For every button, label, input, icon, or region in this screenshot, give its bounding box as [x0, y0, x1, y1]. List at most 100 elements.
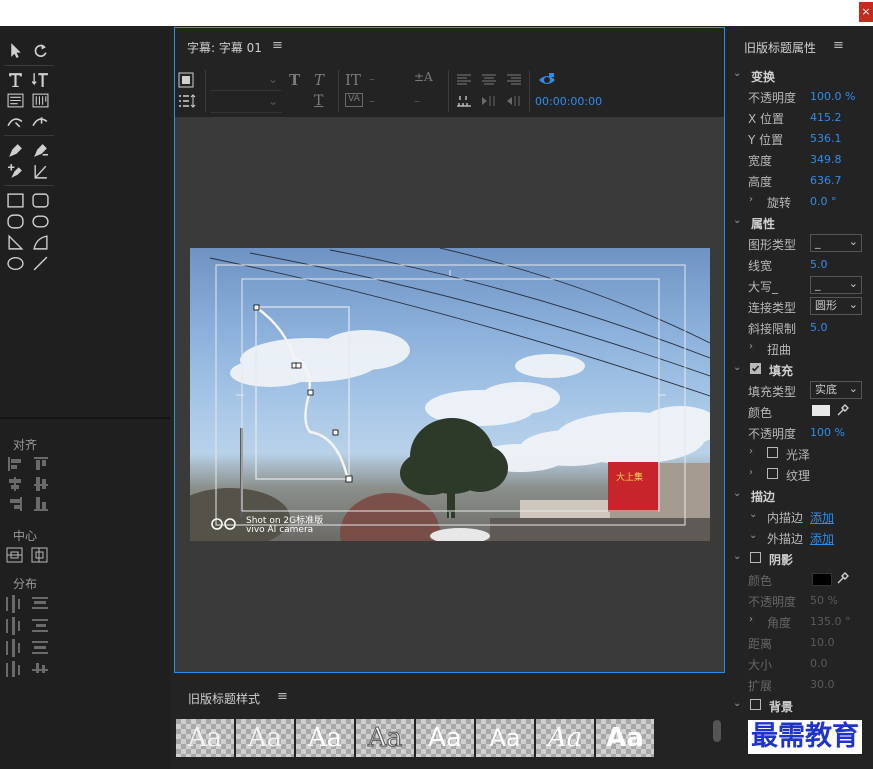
- rectangle-tool-icon[interactable]: [5, 191, 25, 209]
- tab-stops-ruler-icon[interactable]: [456, 94, 472, 111]
- properties-menu-icon[interactable]: ≡: [833, 38, 844, 53]
- fill-color-swatch[interactable]: [812, 405, 830, 416]
- style-swatch[interactable]: Aa: [536, 719, 594, 757]
- title-styles-menu-icon[interactable]: ≡: [277, 689, 288, 704]
- fill-type-select[interactable]: 实底 ⌄: [810, 381, 862, 399]
- properties-section[interactable]: ⌄ 属性: [729, 212, 873, 233]
- convert-anchor-tool-icon[interactable]: [30, 162, 50, 180]
- style-swatch[interactable]: Aa: [356, 719, 414, 757]
- underline-icon[interactable]: T: [314, 93, 323, 109]
- title-styles-grid: Aa Aa Aa Aa Aa Aa Aa Aa: [176, 719, 656, 769]
- sheen-checkbox[interactable]: [767, 447, 778, 458]
- style-swatch[interactable]: Aa: [236, 719, 294, 757]
- ellipse-tool-icon[interactable]: [5, 254, 25, 272]
- wedge-tool-icon[interactable]: [5, 233, 25, 251]
- distort-section[interactable]: › 扭曲: [729, 338, 873, 359]
- shadow-checkbox[interactable]: [750, 552, 761, 563]
- template-icon[interactable]: [506, 95, 522, 110]
- font-family-select[interactable]: ⌄: [210, 72, 282, 91]
- join-type-select[interactable]: 圆形 ⌄: [810, 297, 862, 315]
- y-position-value[interactable]: 536.1: [810, 132, 842, 145]
- shadow-opacity-value[interactable]: 50 %: [810, 594, 838, 607]
- strokes-section[interactable]: ⌄ 描边: [729, 485, 873, 506]
- transform-section[interactable]: ⌄ 变换: [729, 65, 873, 86]
- tab-stops-icon[interactable]: [178, 94, 196, 110]
- style-swatch[interactable]: Aa: [596, 719, 654, 757]
- center-buttons[interactable]: [6, 547, 50, 563]
- rounded-rectangle-tool-icon[interactable]: [30, 191, 50, 209]
- align-section-label: 对齐: [13, 438, 38, 452]
- texture-checkbox[interactable]: [767, 468, 778, 479]
- shape-type-select[interactable]: _ ⌄: [810, 234, 862, 252]
- style-swatch[interactable]: Aa: [476, 719, 534, 757]
- shadow-eyedropper-icon[interactable]: [836, 571, 850, 588]
- line-width-value[interactable]: 5.0: [810, 258, 828, 271]
- path-type-tool-icon[interactable]: [5, 112, 25, 130]
- tools-panel: 对齐 中心 分布: [0, 27, 170, 769]
- vertical-area-type-tool-icon[interactable]: [30, 91, 50, 109]
- font-style-select[interactable]: ⌄: [210, 94, 282, 113]
- shadow-distance-value[interactable]: 10.0: [810, 636, 835, 649]
- eyedropper-icon[interactable]: [836, 403, 850, 420]
- shadow-color-swatch[interactable]: [812, 573, 832, 586]
- rotate-tool-icon[interactable]: [30, 41, 50, 59]
- font-size-icon[interactable]: ⅠT: [345, 71, 361, 89]
- align-left-icon[interactable]: [456, 73, 472, 90]
- selection-tool-icon[interactable]: [5, 41, 25, 59]
- height-value[interactable]: 636.7: [810, 174, 842, 187]
- fill-section[interactable]: ⌄ 填充: [729, 359, 873, 380]
- italic-icon[interactable]: T: [314, 71, 324, 89]
- style-swatch[interactable]: Aa: [296, 719, 354, 757]
- site-watermark: 最需教育: [748, 720, 862, 754]
- shadow-angle-value[interactable]: 135.0 °: [810, 615, 851, 628]
- area-type-tool-icon[interactable]: [5, 91, 25, 109]
- roll-crawl-icon[interactable]: [481, 95, 497, 110]
- arc-tool-icon[interactable]: [30, 233, 50, 251]
- type-tool-icon[interactable]: [5, 70, 25, 88]
- rounded-corner-rectangle-tool-icon[interactable]: [30, 212, 50, 230]
- cap-type-select[interactable]: _ ⌄: [810, 276, 862, 294]
- shadow-spread-value[interactable]: 30.0: [810, 678, 835, 691]
- vertical-type-tool-icon[interactable]: [30, 70, 50, 88]
- vertical-path-type-tool-icon[interactable]: [30, 112, 50, 130]
- shadow-section[interactable]: ⌄ 阴影: [729, 548, 873, 569]
- x-position-value[interactable]: 415.2: [810, 111, 842, 124]
- close-window-button[interactable]: ×: [859, 2, 873, 22]
- pen-tool-icon[interactable]: [5, 141, 25, 159]
- align-buttons: [8, 457, 48, 521]
- add-inner-stroke-link[interactable]: 添加: [810, 509, 834, 526]
- align-right-icon[interactable]: [506, 73, 522, 90]
- title-panel-tab[interactable]: 字幕: 字幕 01: [187, 39, 262, 56]
- align-center-icon[interactable]: [481, 73, 497, 90]
- show-background-video-icon[interactable]: [178, 72, 196, 90]
- timecode-display[interactable]: 00:00:00:00: [535, 95, 602, 108]
- center-section-label: 中心: [13, 529, 38, 543]
- leading-icon[interactable]: ±A: [414, 70, 433, 84]
- style-swatch[interactable]: Aa: [176, 719, 234, 757]
- title-panel-menu-icon[interactable]: ≡: [272, 38, 283, 53]
- delete-anchor-tool-icon[interactable]: [30, 141, 50, 159]
- add-anchor-tool-icon[interactable]: [5, 162, 25, 180]
- clipped-corner-rectangle-tool-icon[interactable]: [5, 212, 25, 230]
- style-swatch[interactable]: Aa: [416, 719, 474, 757]
- width-value[interactable]: 349.8: [810, 153, 842, 166]
- background-checkbox[interactable]: [750, 699, 761, 710]
- line-tool-icon[interactable]: [30, 254, 50, 272]
- properties-tab[interactable]: 旧版标题属性: [744, 39, 816, 56]
- distribute-section-label: 分布: [13, 577, 38, 591]
- fill-checkbox[interactable]: [750, 363, 761, 374]
- distribute-buttons: [6, 595, 50, 679]
- styles-scrollbar[interactable]: [713, 720, 721, 742]
- background-section[interactable]: ⌄ 背景: [729, 695, 873, 716]
- opacity-value[interactable]: 100.0 %: [810, 90, 855, 103]
- fill-opacity-value[interactable]: 100 %: [810, 426, 845, 439]
- title-properties-panel: 旧版标题属性 ≡ ⌄ 变换 不透明度 100.0 % X 位置 415.2 Y 位置 5…: [729, 27, 873, 769]
- show-video-eye-icon[interactable]: [538, 72, 556, 91]
- shadow-size-value[interactable]: 0.0: [810, 657, 828, 670]
- add-outer-stroke-link[interactable]: 添加: [810, 530, 834, 547]
- miter-limit-value[interactable]: 5.0: [810, 321, 828, 334]
- title-styles-tab[interactable]: 旧版标题样式: [188, 690, 260, 707]
- kerning-icon[interactable]: VA: [345, 93, 363, 107]
- bold-icon[interactable]: T: [289, 71, 300, 89]
- rotation-value[interactable]: 0.0 °: [810, 195, 837, 208]
